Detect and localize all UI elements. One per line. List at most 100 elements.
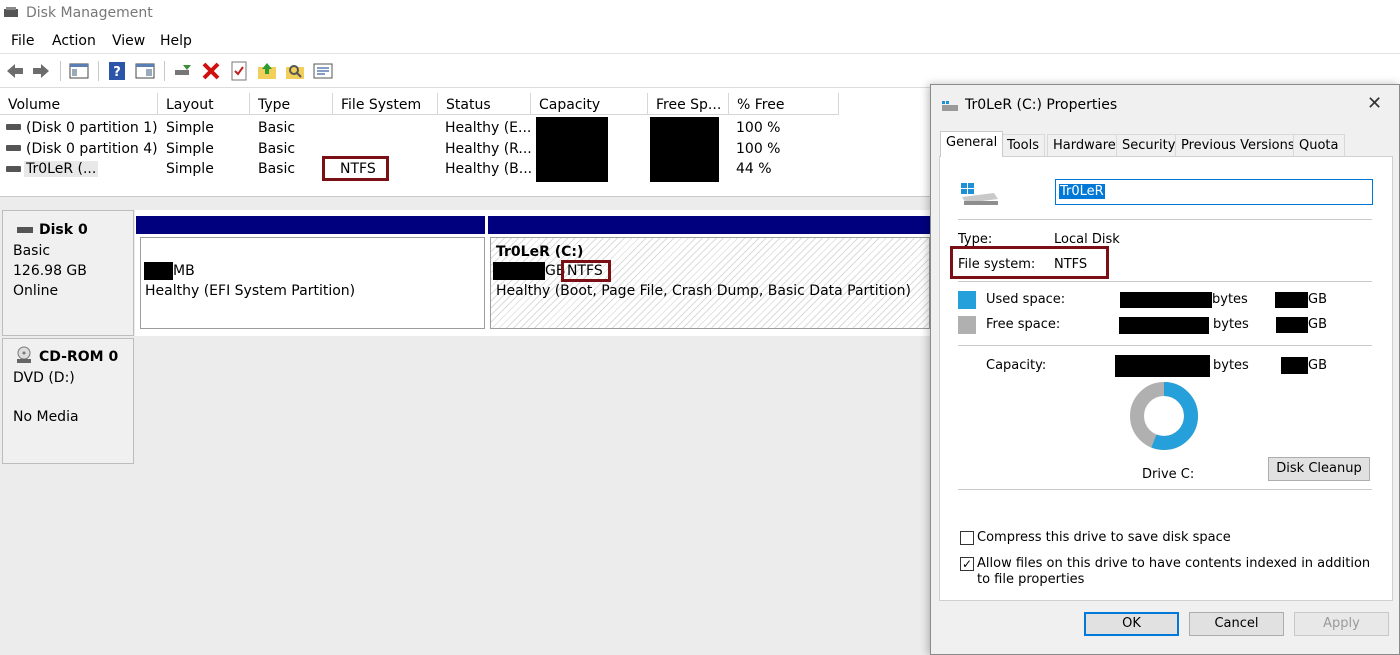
tab-hardware[interactable]: Hardware: [1047, 134, 1122, 156]
close-icon[interactable]: ✕: [1367, 93, 1382, 114]
col-layout[interactable]: Layout: [158, 93, 250, 115]
used-space-swatch: [958, 291, 976, 309]
volume-percent-free: 44 %: [736, 161, 772, 177]
used-space-label: Used space:: [986, 292, 1066, 307]
connect-disk-icon[interactable]: [172, 60, 194, 82]
redacted-capacity: [536, 117, 608, 182]
disk-type: DVD (D:): [13, 370, 75, 386]
free-bytes-unit: bytes: [1213, 317, 1249, 332]
disk-graphical-view: Disk 0 Basic 126.98 GB Online MB Healthy…: [0, 196, 930, 655]
used-bytes-unit: bytes: [1212, 292, 1248, 307]
compress-label: Compress this drive to save disk space: [977, 530, 1231, 545]
free-space-swatch: [958, 316, 976, 334]
used-gb-unit: GB: [1308, 292, 1327, 307]
redacted-used-bytes: [1120, 292, 1212, 308]
properties-pane-icon[interactable]: [134, 60, 156, 82]
tab-tools[interactable]: Tools: [1001, 134, 1046, 156]
tab-general[interactable]: General: [940, 131, 1004, 157]
volume-status: Healthy (E...: [445, 120, 532, 136]
volume-percent-free: 100 %: [736, 141, 781, 157]
volume-name: (Disk 0 partition 4): [26, 141, 158, 157]
tab-security[interactable]: Security: [1116, 134, 1182, 156]
partition-status: Healthy (EFI System Partition): [145, 283, 356, 299]
forward-arrow-icon[interactable]: [30, 60, 52, 82]
disk-state: Online: [13, 283, 59, 299]
up-folder-icon[interactable]: [256, 60, 278, 82]
disk-icon: [17, 227, 33, 233]
c-partition[interactable]: Tr0LeR (C:) GB NTFS Healthy (Boot, Page …: [490, 237, 930, 329]
index-label: Allow files on this drive to have conten…: [977, 556, 1371, 587]
redacted-size: [493, 262, 545, 280]
col-status[interactable]: Status: [438, 93, 531, 115]
redacted-used-gb: [1275, 292, 1308, 308]
settings-panel-icon[interactable]: [312, 60, 334, 82]
console-tree-icon[interactable]: [68, 60, 90, 82]
usage-donut-chart: [1130, 382, 1198, 450]
volume-name-input[interactable]: Tr0LeR: [1055, 179, 1373, 205]
highlight-box: [950, 246, 1109, 279]
volume-status: Healthy (R...: [445, 141, 532, 157]
dialog-title: Tr0LeR (C:) Properties: [965, 97, 1118, 113]
partition-size-unit: MB: [173, 263, 195, 279]
apply-button[interactable]: Apply: [1294, 612, 1389, 636]
help-icon[interactable]: ?: [106, 60, 128, 82]
col-percent-free[interactable]: % Free: [729, 93, 839, 115]
volume-layout: Simple: [166, 120, 214, 136]
partition-bar: [488, 216, 930, 234]
volume-type: Basic: [258, 161, 296, 177]
highlight-box: [561, 260, 611, 282]
highlight-box: [322, 156, 389, 181]
free-space-label: Free space:: [986, 317, 1061, 332]
volume-name: (Disk 0 partition 1): [26, 120, 158, 136]
cancel-button[interactable]: Cancel: [1189, 612, 1284, 636]
type-value: Local Disk: [1054, 232, 1120, 247]
tab-quota[interactable]: Quota: [1293, 134, 1345, 156]
disk-size: 126.98 GB: [13, 263, 87, 279]
partition-label: Tr0LeR (C:): [496, 244, 584, 260]
delete-icon[interactable]: [200, 60, 222, 82]
col-capacity[interactable]: Capacity: [531, 93, 648, 115]
col-file-system[interactable]: File System: [333, 93, 438, 115]
menu-help[interactable]: Help: [160, 33, 192, 49]
compress-checkbox[interactable]: [960, 531, 974, 545]
ok-button[interactable]: OK: [1084, 612, 1179, 636]
local-disk-icon: [961, 183, 998, 205]
menu-view[interactable]: View: [112, 33, 145, 49]
menu-action[interactable]: Action: [52, 33, 96, 49]
general-tab-page: Tr0LeR Type: Local Disk File system: NTF…: [939, 156, 1393, 601]
svg-text:?: ?: [113, 65, 121, 80]
menu-file[interactable]: File: [11, 33, 34, 49]
cdrom-0-panel[interactable]: CD-ROM 0 DVD (D:) No Media: [2, 338, 134, 464]
volume-status: Healthy (B...: [445, 161, 533, 177]
disk-management-icon: [4, 7, 18, 17]
col-type[interactable]: Type: [250, 93, 333, 115]
partition-bar: [136, 216, 485, 234]
index-checkbox[interactable]: ✓: [960, 557, 974, 571]
drive-icon: [942, 101, 958, 111]
col-free-space[interactable]: Free Sp...: [648, 93, 729, 115]
search-folder-icon[interactable]: [284, 60, 306, 82]
volume-percent-free: 100 %: [736, 120, 781, 136]
window-title: Disk Management: [26, 5, 153, 21]
menu-bar: File Action View Help: [0, 30, 1400, 54]
back-arrow-icon[interactable]: [4, 60, 26, 82]
col-volume[interactable]: Volume: [0, 93, 158, 115]
tab-previous-versions[interactable]: Previous Versions: [1175, 134, 1301, 156]
volume-icon: [6, 166, 21, 172]
properties-dialog: Tr0LeR (C:) Properties ✕ General Tools H…: [930, 84, 1400, 655]
capacity-gb-unit: GB: [1308, 358, 1327, 373]
capacity-bytes-unit: bytes: [1213, 358, 1249, 373]
efi-partition[interactable]: MB Healthy (EFI System Partition): [140, 237, 485, 329]
disk-type: Basic: [13, 243, 51, 259]
redacted-capacity-bytes: [1115, 355, 1210, 377]
checklist-icon[interactable]: [228, 60, 250, 82]
disk-0-panel[interactable]: Disk 0 Basic 126.98 GB Online: [2, 210, 134, 336]
drive-label: Drive C:: [1142, 467, 1195, 482]
volume-name: Tr0LeR (...: [24, 161, 99, 177]
disk-cleanup-button[interactable]: Disk Cleanup: [1268, 457, 1370, 481]
redacted-free-space: [650, 117, 719, 182]
volume-type: Basic: [258, 141, 296, 157]
disk-state: No Media: [13, 409, 79, 425]
volume-icon: [6, 124, 21, 130]
type-label: Type:: [958, 232, 993, 247]
